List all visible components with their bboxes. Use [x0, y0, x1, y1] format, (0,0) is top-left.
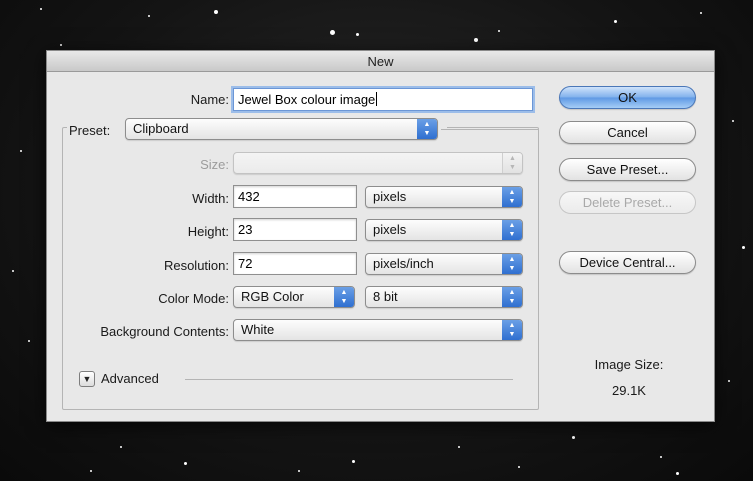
width-label: Width: — [192, 191, 229, 206]
updown-arrows-icon: ▲ ▼ — [502, 254, 522, 274]
updown-arrows-icon: ▲ ▼ — [502, 220, 522, 240]
triangle-down-icon[interactable]: ▼ — [79, 371, 95, 387]
preset-dropdown[interactable]: Clipboard ▲ ▼ — [125, 118, 438, 140]
device-central-button[interactable]: Device Central... — [559, 251, 696, 274]
ok-button[interactable]: OK — [559, 86, 696, 109]
height-unit-value: pixels — [373, 222, 407, 237]
advanced-label[interactable]: Advanced — [101, 371, 159, 386]
updown-arrows-icon: ▲ ▼ — [502, 187, 522, 207]
updown-arrows-icon: ▲ ▼ — [417, 119, 437, 139]
resolution-unit-dropdown[interactable]: pixels/inch ▲ ▼ — [365, 253, 523, 275]
save-preset-button[interactable]: Save Preset... — [559, 158, 696, 181]
height-label: Height: — [187, 224, 229, 239]
new-document-dialog: New Name: Jewel Box colour image Preset:… — [46, 50, 715, 422]
height-value: 23 — [238, 222, 253, 237]
name-value: Jewel Box colour image — [238, 92, 376, 107]
name-label: Name: — [190, 92, 229, 107]
image-size-label: Image Size: — [594, 357, 664, 372]
color-mode-value: RGB Color — [241, 289, 304, 304]
bit-depth-dropdown[interactable]: 8 bit ▲ ▼ — [365, 286, 523, 308]
advanced-divider — [185, 379, 513, 380]
width-unit-dropdown[interactable]: pixels ▲ ▼ — [365, 186, 523, 208]
bit-depth-value: 8 bit — [373, 289, 398, 304]
updown-arrows-icon: ▲ ▼ — [502, 320, 522, 340]
height-field[interactable]: 23 — [233, 218, 357, 241]
width-field[interactable]: 432 — [233, 185, 357, 208]
color-mode-label: Color Mode: — [158, 291, 229, 306]
color-mode-dropdown[interactable]: RGB Color ▲ ▼ — [233, 286, 355, 308]
background-contents-value: White — [241, 322, 275, 337]
width-value: 432 — [238, 189, 260, 204]
resolution-unit-value: pixels/inch — [373, 256, 434, 271]
name-field[interactable]: Jewel Box colour image — [233, 88, 533, 111]
size-label: Size: — [200, 157, 229, 172]
resolution-label: Resolution: — [163, 258, 229, 273]
updown-arrows-icon: ▲ ▼ — [334, 287, 354, 307]
preset-label: Preset: — [69, 123, 111, 138]
preset-value: Clipboard — [133, 121, 189, 136]
updown-arrows-icon: ▲ ▼ — [502, 153, 522, 173]
width-unit-value: pixels — [373, 189, 407, 204]
resolution-field[interactable]: 72 — [233, 252, 357, 275]
resolution-value: 72 — [238, 256, 253, 271]
background-contents-dropdown[interactable]: White ▲ ▼ — [233, 319, 523, 341]
preset-group-divider — [441, 129, 539, 130]
updown-arrows-icon: ▲ ▼ — [502, 287, 522, 307]
image-size-value: 29.1K — [612, 383, 646, 398]
text-caret — [376, 92, 378, 106]
dialog-title: New — [47, 51, 714, 72]
background-contents-label: Background Contents: — [100, 324, 229, 339]
size-dropdown[interactable]: ▲ ▼ — [233, 152, 523, 174]
height-unit-dropdown[interactable]: pixels ▲ ▼ — [365, 219, 523, 241]
delete-preset-button[interactable]: Delete Preset... — [559, 191, 696, 214]
cancel-button[interactable]: Cancel — [559, 121, 696, 144]
